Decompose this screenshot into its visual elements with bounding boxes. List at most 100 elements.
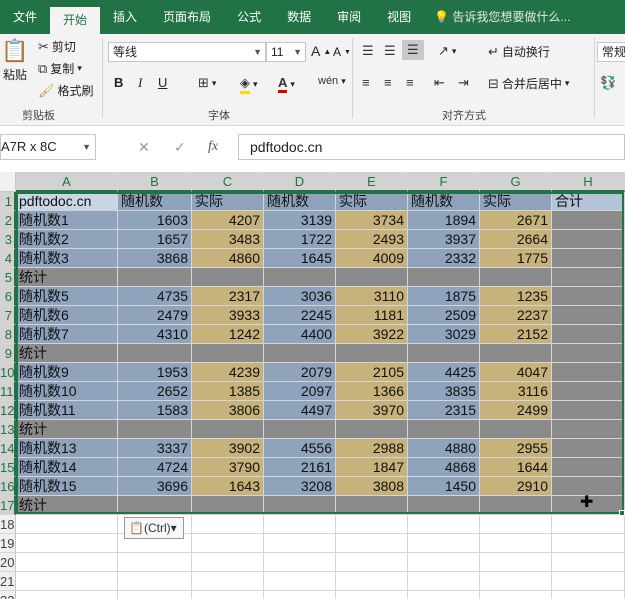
cell-C6[interactable]: 2317 [192,287,264,306]
cell-E1[interactable]: 实际 [336,192,408,211]
cell-E5[interactable] [336,268,408,287]
cell-F8[interactable]: 3029 [408,325,480,344]
cell-G14[interactable]: 2955 [480,439,552,458]
cell-A9[interactable]: 统计 [16,344,118,363]
row-header-13[interactable]: 13 [0,420,16,439]
cell-D22[interactable] [264,591,336,599]
cell-G11[interactable]: 3116 [480,382,552,401]
cell-H10[interactable] [552,363,625,382]
cell-H2[interactable] [552,211,625,230]
cell-B16[interactable]: 3696 [118,477,192,496]
cell-B5[interactable] [118,268,192,287]
cell-C15[interactable]: 3790 [192,458,264,477]
cell-F14[interactable]: 4880 [408,439,480,458]
row-header-11[interactable]: 11 [0,382,16,401]
cell-B6[interactable]: 4735 [118,287,192,306]
cell-F9[interactable] [408,344,480,363]
cell-G16[interactable]: 2910 [480,477,552,496]
cell-B17[interactable] [118,496,192,515]
cell-D12[interactable]: 4497 [264,401,336,420]
cell-B9[interactable] [118,344,192,363]
cell-E20[interactable] [336,553,408,572]
cell-A21[interactable] [16,572,118,591]
column-header-G[interactable]: G [480,172,552,192]
cell-F3[interactable]: 3937 [408,230,480,249]
cell-A3[interactable]: 随机数2 [16,230,118,249]
cell-A5[interactable]: 统计 [16,268,118,287]
cell-H7[interactable] [552,306,625,325]
cell-D17[interactable] [264,496,336,515]
cancel-icon[interactable]: ✕ [138,134,150,160]
cell-E6[interactable]: 3110 [336,287,408,306]
cell-E11[interactable]: 1366 [336,382,408,401]
cell-H6[interactable] [552,287,625,306]
cell-F17[interactable] [408,496,480,515]
cell-F18[interactable] [408,515,480,534]
cell-B12[interactable]: 1583 [118,401,192,420]
cell-G1[interactable]: 实际 [480,192,552,211]
cell-A19[interactable] [16,534,118,553]
cell-H14[interactable] [552,439,625,458]
cell-G2[interactable]: 2671 [480,211,552,230]
cell-D6[interactable]: 3036 [264,287,336,306]
cell-D2[interactable]: 3139 [264,211,336,230]
cell-D11[interactable]: 2097 [264,382,336,401]
cell-C3[interactable]: 3483 [192,230,264,249]
cell-H13[interactable] [552,420,625,439]
cell-E7[interactable]: 1181 [336,306,408,325]
cell-E9[interactable] [336,344,408,363]
cell-G3[interactable]: 2664 [480,230,552,249]
cell-C8[interactable]: 1242 [192,325,264,344]
cell-B15[interactable]: 4724 [118,458,192,477]
font-size-select[interactable]: 11 ▼ [266,42,306,62]
cell-H15[interactable] [552,458,625,477]
row-header-18[interactable]: 18 [0,515,16,534]
cell-B20[interactable] [118,553,192,572]
row-header-14[interactable]: 14 [0,439,16,458]
row-header-19[interactable]: 19 [0,534,16,553]
cell-E18[interactable] [336,515,408,534]
borders-button[interactable]: ⊞ ▾ [198,75,216,91]
cell-F19[interactable] [408,534,480,553]
cell-C21[interactable] [192,572,264,591]
cell-F2[interactable]: 1894 [408,211,480,230]
cell-A18[interactable] [16,515,118,534]
cell-E3[interactable]: 2493 [336,230,408,249]
cell-B10[interactable]: 1953 [118,363,192,382]
font-name-select[interactable]: 等线 ▼ [108,42,266,62]
row-header-8[interactable]: 8 [0,325,16,344]
cell-H3[interactable] [552,230,625,249]
cell-G13[interactable] [480,420,552,439]
cell-G20[interactable] [480,553,552,572]
cell-F12[interactable]: 2315 [408,401,480,420]
cell-C1[interactable]: 实际 [192,192,264,211]
tab-4[interactable]: 公式 [224,0,274,34]
align-center-button[interactable]: ≡ [384,75,392,90]
cell-A10[interactable]: 随机数9 [16,363,118,382]
cell-E2[interactable]: 3734 [336,211,408,230]
fill-color-button[interactable]: ◈ ▾ [240,75,258,94]
cell-B22[interactable] [118,591,192,599]
format-painter-button[interactable]: 🖌 格式刷 [38,82,94,99]
tab-0[interactable]: 文件 [0,0,50,34]
cell-E21[interactable] [336,572,408,591]
cell-C7[interactable]: 3933 [192,306,264,325]
cell-A22[interactable] [16,591,118,599]
decrease-font-button[interactable]: A ▼ [333,45,351,59]
cell-B7[interactable]: 2479 [118,306,192,325]
cell-F6[interactable]: 1875 [408,287,480,306]
cell-A2[interactable]: 随机数1 [16,211,118,230]
cell-H5[interactable] [552,268,625,287]
cell-F10[interactable]: 4425 [408,363,480,382]
cell-D9[interactable] [264,344,336,363]
cell-H19[interactable] [552,534,625,553]
wrap-text-button[interactable]: ↵ 自动换行 [488,43,550,60]
cell-G21[interactable] [480,572,552,591]
merge-center-button[interactable]: ⊟ 合并后居中 ▾ [488,75,569,92]
cell-E10[interactable]: 2105 [336,363,408,382]
cell-F4[interactable]: 2332 [408,249,480,268]
cell-H20[interactable] [552,553,625,572]
cell-C4[interactable]: 4860 [192,249,264,268]
cell-G8[interactable]: 2152 [480,325,552,344]
row-header-12[interactable]: 12 [0,401,16,420]
